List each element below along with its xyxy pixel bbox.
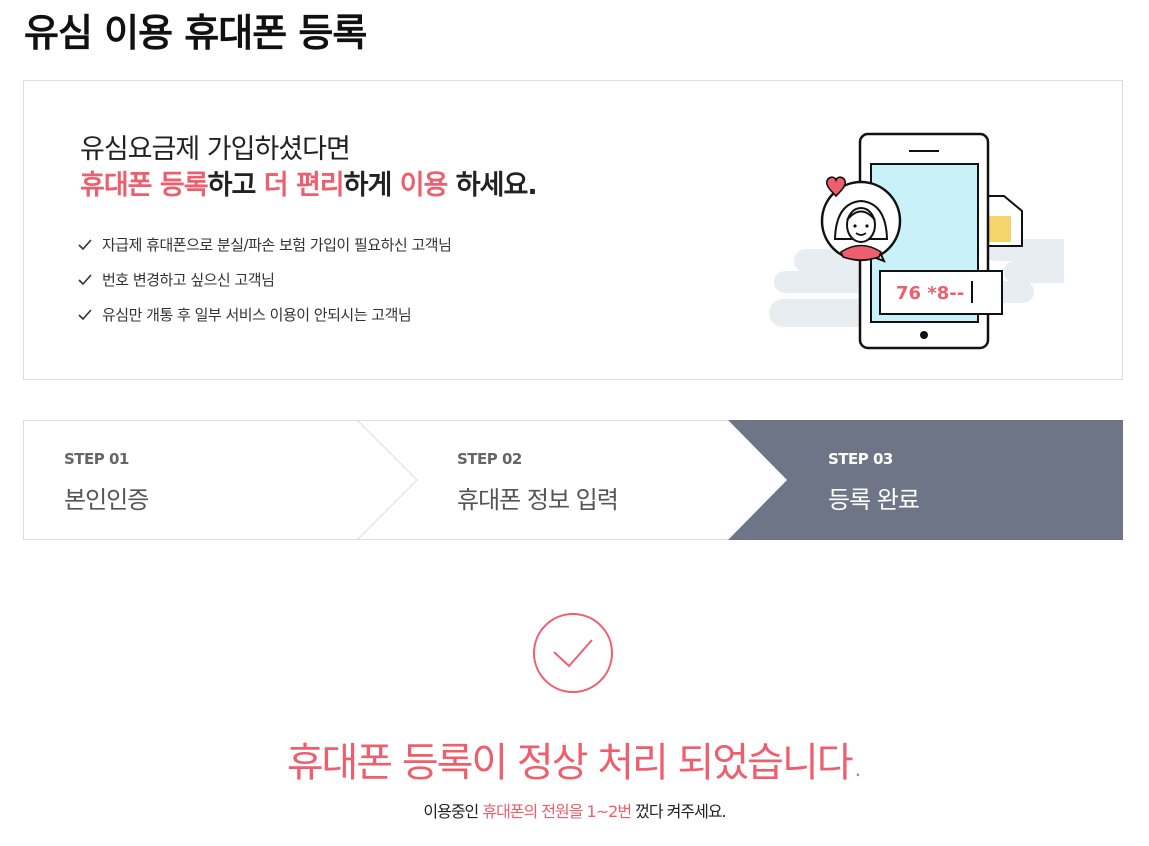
- headline-highlight-use: 이용: [399, 170, 449, 201]
- check-icon: [78, 273, 92, 285]
- step-1-label: STEP 01: [64, 450, 129, 468]
- checklist-item-text: 번호 변경하고 싶으신 고객님: [102, 271, 275, 289]
- checklist-item-text: 유심만 개통 후 일부 서비스 이용이 안되시는 고객님: [102, 306, 412, 324]
- check-icon: [78, 308, 92, 320]
- page-title: 유심 이용 휴대폰 등록: [24, 11, 367, 55]
- headline-highlight-phone: 휴대폰 등록: [80, 170, 209, 201]
- completion-message: 휴대폰 등록이 정상 처리 되었습니다.: [286, 740, 865, 786]
- checklist-item-text: 자급제 휴대폰으로 분실/파손 보험 가입이 필요하신 고객님: [102, 236, 452, 254]
- step-active-background: [728, 420, 1123, 540]
- step-2-name: 휴대폰 정보 입력: [457, 486, 619, 514]
- completion-instruction: 이용중인 휴대폰의 전원을 1~2번 껐다 켜주세요.: [0, 798, 1149, 822]
- progress-steps: STEP 01 본인인증 STEP 02 휴대폰 정보 입력 STEP 03 등…: [23, 420, 1123, 540]
- benefit-checklist: 자급제 휴대폰으로 분실/파손 보험 가입이 필요하신 고객님 번호 변경하고 …: [78, 227, 452, 332]
- step-2-label: STEP 02: [457, 450, 522, 468]
- headline-text: 하게: [343, 170, 400, 201]
- instruction-text: 이용중인: [423, 802, 483, 821]
- headline-text: 하세요.: [447, 170, 538, 201]
- promo-banner: 유심요금제 가입하셨다면 휴대폰 등록하고 더 편리하게 이용 하세요. 자급제…: [23, 80, 1123, 380]
- masked-number-text: 76 *8--: [896, 283, 964, 304]
- check-circle-icon: [533, 613, 613, 693]
- step-3-name: 등록 완료: [828, 486, 920, 514]
- banner-headline-1: 유심요금제 가입하셨다면: [80, 134, 351, 165]
- phone-registration-illustration: 76 *8--: [769, 132, 1064, 350]
- headline-text: 하고: [207, 170, 264, 201]
- checklist-item: 유심만 개통 후 일부 서비스 이용이 안되시는 고객님: [78, 297, 451, 332]
- check-icon: [78, 238, 92, 250]
- instruction-text: 껐다 켜주세요.: [631, 802, 726, 821]
- headline-highlight-convenient: 더 편리: [263, 170, 345, 201]
- step-1-name: 본인인증: [64, 486, 149, 514]
- number-input-field: 76 *8--: [879, 270, 1003, 315]
- step-3-label: STEP 03: [828, 450, 893, 468]
- instruction-highlight: 휴대폰의 전원을 1~2번: [482, 802, 632, 821]
- checklist-item: 번호 변경하고 싶으신 고객님: [78, 262, 451, 297]
- banner-headline-2: 휴대폰 등록하고 더 편리하게 이용 하세요.: [80, 163, 538, 202]
- checklist-item: 자급제 휴대폰으로 분실/파손 보험 가입이 필요하신 고객님: [78, 227, 452, 262]
